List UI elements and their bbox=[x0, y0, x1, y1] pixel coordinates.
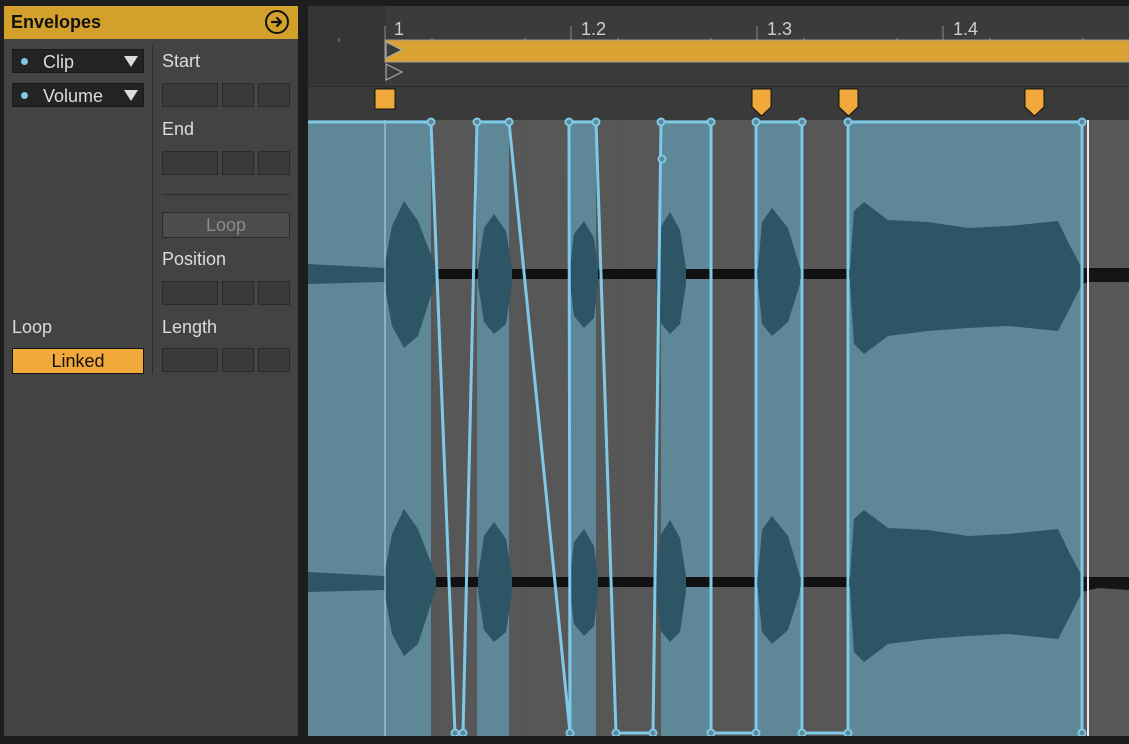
envelope-loop-button[interactable]: Loop bbox=[162, 212, 290, 238]
divider bbox=[152, 46, 153, 374]
envelopes-panel: Envelopes Clip Volume Start End Loop Pos… bbox=[4, 6, 298, 736]
linked-button[interactable]: Linked bbox=[12, 348, 144, 374]
envelope-regions bbox=[308, 122, 1082, 736]
loop-brace[interactable] bbox=[384, 39, 1129, 63]
end-beat-field[interactable] bbox=[222, 151, 254, 175]
ruler-label: 1 bbox=[394, 19, 404, 39]
position-bar-field[interactable] bbox=[162, 281, 218, 305]
warp-marker-icon[interactable] bbox=[374, 88, 396, 110]
clip-editor: 1 1.2 1.3 1.4 bbox=[308, 6, 1129, 736]
envelopes-header[interactable]: Envelopes bbox=[4, 6, 298, 39]
control-chooser-value: Volume bbox=[43, 86, 104, 106]
end-label: End bbox=[162, 119, 195, 139]
warp-marker-strip[interactable] bbox=[308, 86, 1129, 120]
position-fields bbox=[162, 281, 290, 305]
start-bar-field[interactable] bbox=[162, 83, 218, 107]
clip-editor-canvas: 1 1.2 1.3 1.4 bbox=[308, 6, 1129, 736]
dot-icon bbox=[21, 92, 28, 99]
start-fields bbox=[162, 83, 290, 107]
length-beat-field[interactable] bbox=[222, 348, 254, 372]
chevron-down-icon bbox=[124, 90, 138, 101]
length-fields bbox=[162, 348, 290, 372]
ruler-label: 1.3 bbox=[767, 19, 792, 39]
length-sixteenth-field[interactable] bbox=[258, 348, 290, 372]
ruler-label: 1.4 bbox=[953, 19, 978, 39]
position-label: Position bbox=[162, 249, 227, 269]
pre-start-region bbox=[308, 6, 385, 86]
end-fields bbox=[162, 151, 290, 175]
length-bar-field[interactable] bbox=[162, 348, 218, 372]
position-beat-field[interactable] bbox=[222, 281, 254, 305]
loop-label: Loop bbox=[12, 317, 53, 337]
divider bbox=[162, 194, 290, 195]
length-label: Length bbox=[162, 317, 218, 337]
envelopes-title: Envelopes bbox=[11, 12, 102, 32]
device-chooser-value: Clip bbox=[43, 52, 75, 72]
start-label: Start bbox=[162, 51, 201, 71]
start-sixteenth-field[interactable] bbox=[258, 83, 290, 107]
control-chooser[interactable]: Volume bbox=[12, 83, 144, 107]
end-sixteenth-field[interactable] bbox=[258, 151, 290, 175]
chevron-down-icon bbox=[124, 56, 138, 67]
device-chooser[interactable]: Clip bbox=[12, 49, 144, 73]
arrow-right-circle-icon[interactable] bbox=[265, 10, 289, 34]
ruler-label: 1.2 bbox=[581, 19, 606, 39]
start-beat-field[interactable] bbox=[222, 83, 254, 107]
end-bar-field[interactable] bbox=[162, 151, 218, 175]
position-sixteenth-field[interactable] bbox=[258, 281, 290, 305]
dot-icon bbox=[21, 58, 28, 65]
